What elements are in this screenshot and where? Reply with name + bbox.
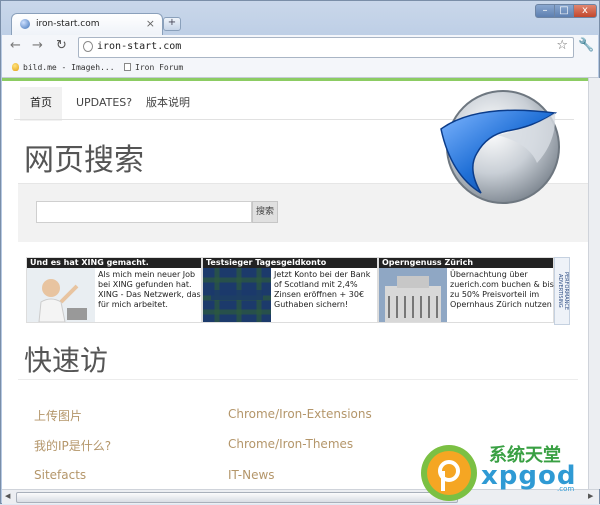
ad-bank[interactable]: Testsieger Tagesgeldkonto Jetzt Konto be… [202,257,378,323]
title-bar: iron-start.com × + – □ x [1,1,600,37]
maximize-button[interactable]: □ [554,4,574,18]
bulb-icon [12,63,19,71]
close-window-button[interactable]: x [573,4,597,18]
browser-tab[interactable]: iron-start.com × [11,13,163,36]
ad-opera[interactable]: Operngenuss Zürich Übernachtung über zue… [378,257,554,323]
page-info-icon[interactable] [83,41,93,52]
minimize-button[interactable]: – [535,4,555,18]
search-heading: 网页搜索 [24,143,144,178]
tab-title: iron-start.com [36,19,100,29]
srware-iron-logo [440,90,560,204]
reload-icon[interactable]: ↻ [56,38,67,53]
page-icon [124,63,131,71]
ad-person-image [27,268,95,322]
search-button[interactable]: 搜索 [252,201,278,223]
bookmarks-bar: bild.me - Imageh... Iron Forum [2,59,598,78]
tab-release-notes[interactable]: 版本说明 [136,87,200,119]
search-input[interactable] [36,201,252,223]
tab-updates[interactable]: UPDATES? [66,87,142,119]
ad-network-logo[interactable]: PERFORMANCE ADVERTISING [554,257,570,325]
url-text: iron-start.com [97,41,182,52]
quick-link[interactable]: 上传图片 [34,407,82,424]
browser-window: iron-start.com × + – □ x ← → ↻ iron-star… [0,0,600,504]
quick-link[interactable]: Chrome/Iron-Extensions [228,407,372,421]
bookmark-label: bild.me - Imageh... [23,63,115,72]
ad-title: Und es hat XING gemacht. [27,258,201,268]
ad-text: Als mich mein neuer Job bei XING gefunde… [98,270,201,309]
ad-title: Testsieger Tagesgeldkonto [203,258,377,268]
iron-favicon-icon [20,19,30,29]
quick-access-heading: 快速访 [24,344,109,377]
quick-link[interactable]: Sitefacts [34,468,86,482]
bookmark-item[interactable]: Iron Forum [124,63,183,72]
ad-title: Operngenuss Zürich [379,258,553,268]
tab-home[interactable]: 首页 [20,87,62,121]
ad-text: Übernachtung über zuerich.com buchen & b… [450,270,554,309]
scroll-left-icon[interactable]: ◀ [5,492,10,500]
quick-link[interactable]: 我的IP是什么? [34,437,111,454]
bookmark-item[interactable]: bild.me - Imageh... [12,63,115,72]
watermark-domain: .com [557,485,575,493]
tab-close-icon[interactable]: × [146,17,155,30]
ad-xing[interactable]: Und es hat XING gemacht. Als mich mein n… [26,257,202,323]
new-tab-button[interactable]: + [163,17,181,31]
bookmark-label: Iron Forum [135,63,184,72]
ad-tartan-image [203,268,271,322]
vertical-scrollbar[interactable] [588,78,600,489]
forward-arrow-icon[interactable]: → [32,38,43,53]
wrench-menu-icon[interactable]: 🔧 [578,38,594,53]
quick-link[interactable]: Chrome/Iron-Themes [228,437,353,451]
quick-link[interactable]: IT-News [228,468,275,482]
divider [18,379,578,380]
address-bar[interactable]: iron-start.com ☆ [78,37,574,58]
bookmark-star-icon[interactable]: ☆ [556,38,568,53]
back-arrow-icon[interactable]: ← [10,38,21,53]
ad-text: Jetzt Konto bei der Bank of Scotland mit… [274,270,371,309]
ad-opera-house-image [379,268,447,322]
scroll-thumb[interactable] [16,492,458,503]
browser-toolbar: ← → ↻ iron-start.com ☆ 🔧 [2,35,598,59]
ad-strip: Und es hat XING gemacht. Als mich mein n… [26,257,578,325]
